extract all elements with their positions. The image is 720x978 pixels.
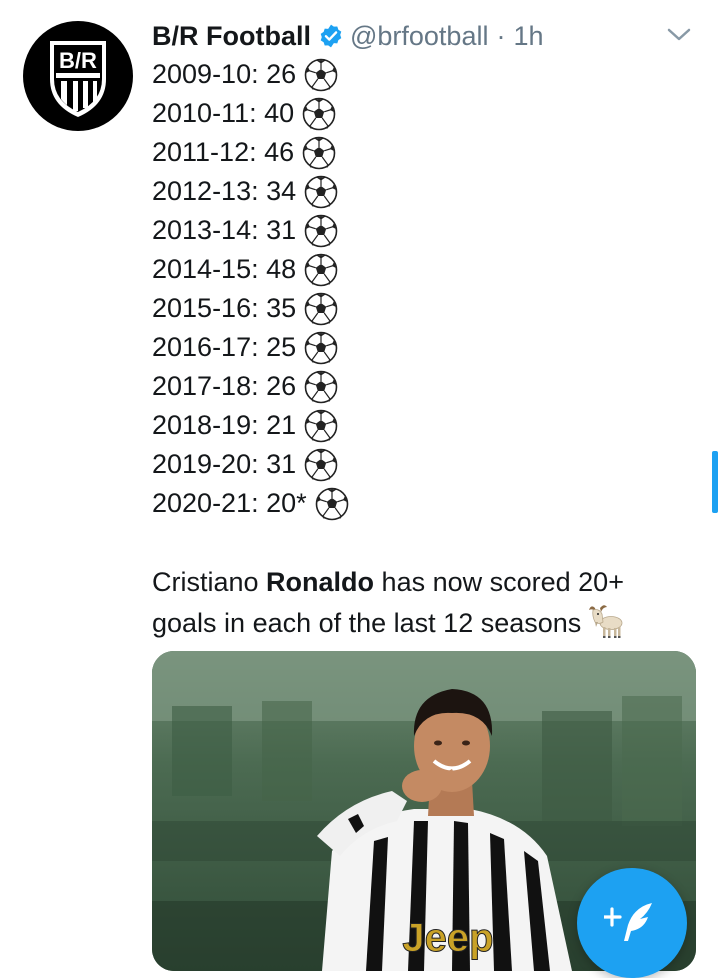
chevron-down-icon[interactable]	[664, 22, 694, 46]
soccer-ball-icon	[302, 136, 336, 169]
compose-tweet-icon	[604, 903, 652, 941]
season-label: 2020-21:	[152, 488, 259, 518]
goal-count: 21	[266, 410, 297, 440]
list-item: 2019-20: 31	[152, 445, 349, 484]
soccer-ball-icon	[304, 253, 338, 286]
list-item: 2013-14: 31	[152, 211, 349, 250]
tweet-time[interactable]: 1h	[513, 21, 543, 52]
season-label: 2015-16:	[152, 293, 259, 323]
season-label: 2009-10:	[152, 59, 259, 89]
goal-count: 31	[266, 449, 297, 479]
goal-count: 34	[266, 176, 297, 206]
list-item: 2016-17: 25	[152, 328, 349, 367]
list-item: 2014-15: 48	[152, 250, 349, 289]
tweet-header: B/R Football @brfootball · 1h	[152, 16, 544, 56]
soccer-ball-icon	[304, 214, 338, 247]
jersey-sponsor-text: Jeep	[402, 916, 493, 960]
goal-count: 25	[266, 332, 297, 362]
season-label: 2018-19:	[152, 410, 259, 440]
compose-tweet-button[interactable]	[577, 868, 687, 978]
verified-badge-icon	[320, 24, 342, 48]
list-item: 2020-21: 20*	[152, 484, 349, 523]
soccer-ball-icon	[304, 331, 338, 364]
list-item: 2017-18: 26	[152, 367, 349, 406]
scrollbar-thumb[interactable]	[712, 451, 718, 513]
goal-count: 26	[266, 59, 297, 89]
goal-count: 46	[264, 137, 295, 167]
separator-dot: ·	[496, 20, 506, 51]
goal-count: 26	[266, 371, 297, 401]
list-item: 2009-10: 26	[152, 55, 349, 94]
soccer-ball-icon	[304, 448, 338, 481]
goal-count: 35	[266, 293, 297, 323]
season-label: 2014-15:	[152, 254, 259, 284]
goat-icon	[589, 605, 623, 638]
goal-count: 20*	[266, 488, 307, 518]
goal-count: 31	[266, 215, 297, 245]
season-label: 2010-11:	[152, 98, 257, 128]
season-label: 2019-20:	[152, 449, 259, 479]
logo-text: B/R	[59, 48, 97, 73]
soccer-ball-icon	[304, 175, 338, 208]
list-item: 2010-11: 40	[152, 94, 349, 133]
list-item: 2012-13: 34	[152, 172, 349, 211]
soccer-ball-icon	[304, 409, 338, 442]
goal-count: 40	[264, 98, 295, 128]
soccer-ball-icon	[304, 58, 338, 91]
tweet-caption: Cristiano Ronaldo has now scored 20+ goa…	[152, 563, 692, 643]
season-label: 2013-14:	[152, 215, 259, 245]
author-name[interactable]: B/R Football	[152, 21, 311, 52]
caption-bold-name: Ronaldo	[266, 567, 375, 597]
season-label: 2012-13:	[152, 176, 259, 206]
author-handle[interactable]: @brfootball	[350, 21, 488, 52]
author-avatar[interactable]: B/R	[23, 21, 133, 131]
caption-prefix: Cristiano	[152, 567, 267, 597]
soccer-ball-icon	[315, 487, 348, 520]
br-logo-icon: B/R	[50, 41, 106, 117]
list-item: 2015-16: 35	[152, 289, 349, 328]
goal-count: 48	[266, 254, 297, 284]
soccer-ball-icon	[304, 292, 338, 325]
list-item: 2018-19: 21	[152, 406, 349, 445]
season-goals-list: 2009-10: 26 2010-11: 40 2011-12: 46 2012…	[152, 55, 349, 523]
list-item: 2011-12: 46	[152, 133, 349, 172]
season-label: 2016-17:	[152, 332, 259, 362]
soccer-ball-icon	[304, 370, 338, 403]
soccer-ball-icon	[302, 97, 336, 130]
season-label: 2017-18:	[152, 371, 259, 401]
season-label: 2011-12:	[152, 137, 257, 167]
